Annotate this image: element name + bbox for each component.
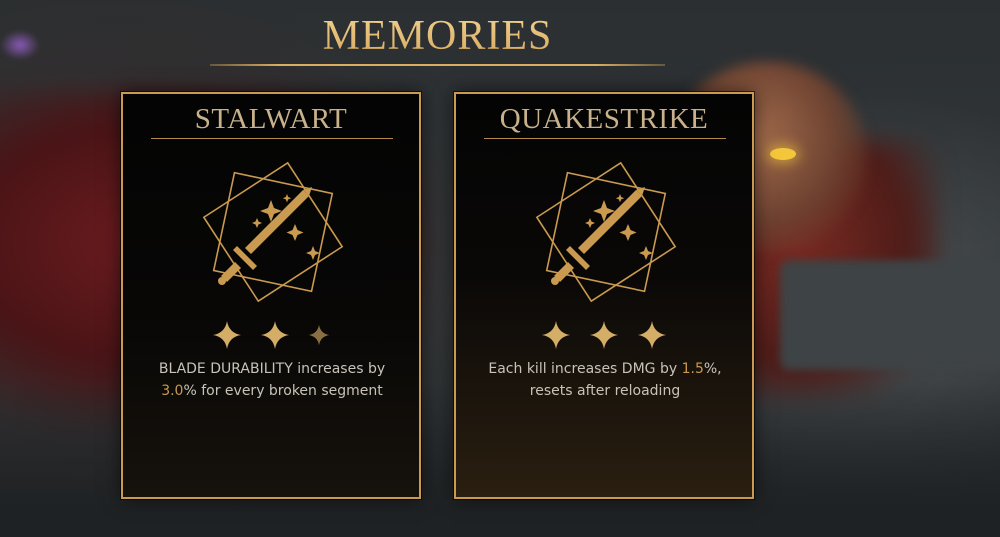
card-description: Each kill increases DMG by 1.5%, resets … [474, 358, 736, 402]
card-title-divider [151, 138, 393, 139]
star-rating [123, 320, 419, 350]
desc-text: BLADE DURABILITY increases by [158, 361, 386, 377]
desc-text: % for every broken segment [183, 383, 383, 399]
card-title: QUAKESTRIKE [499, 103, 709, 135]
star-rating [456, 320, 752, 350]
title-underline [210, 64, 665, 66]
card-title: STALWART [194, 103, 348, 135]
memory-card-stalwart[interactable]: STALWART BLADE DURABILITY increases by 3… [121, 92, 421, 499]
sword-sparkles-icon [535, 161, 677, 303]
desc-value: 3.0 [161, 383, 184, 399]
star-filled-icon [638, 321, 666, 349]
titan-eye [770, 148, 796, 160]
star-filled-icon [213, 321, 241, 349]
page-title: MEMORIES [210, 10, 665, 62]
memory-card-quakestrike[interactable]: QUAKESTRIKE Each kill increases DMG by 1… [454, 92, 754, 499]
desc-value: 1.5 [681, 361, 704, 377]
sword-sparkles-icon [202, 161, 344, 303]
card-title-divider [484, 138, 726, 139]
card-description: BLADE DURABILITY increases by 3.0% for e… [141, 358, 403, 402]
star-filled-icon [261, 321, 289, 349]
star-empty-icon [308, 324, 330, 346]
star-filled-icon [542, 321, 570, 349]
star-filled-icon [590, 321, 618, 349]
desc-text: Each kill increases DMG by [488, 361, 682, 377]
rock-ledge [780, 260, 1000, 370]
memories-header: MEMORIES [210, 10, 665, 66]
magic-spark [0, 30, 40, 60]
